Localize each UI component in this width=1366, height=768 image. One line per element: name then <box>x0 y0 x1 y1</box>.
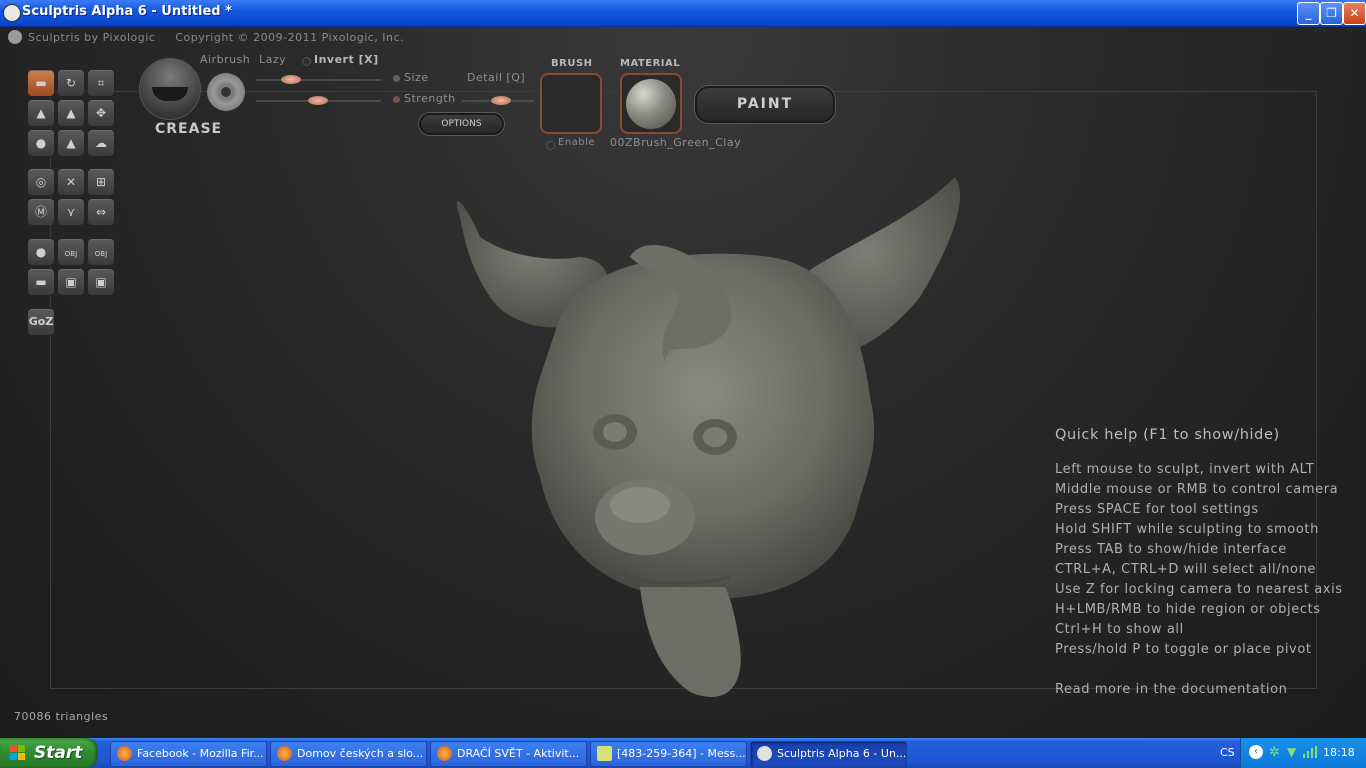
wire-toggle-icon[interactable]: ⋎ <box>57 198 85 226</box>
quick-help-panel: Quick help (F1 to show/hide) Left mouse … <box>1055 427 1343 702</box>
symmetry-icon[interactable]: ⇔ <box>87 198 115 226</box>
brush-name-label: CREASE <box>155 121 223 137</box>
quick-help-line: H+LMB/RMB to hide region or objects <box>1055 602 1321 617</box>
app-header: Sculptris by Pixologic Copyright © 2009-2… <box>8 30 404 44</box>
size-slider-knob[interactable] <box>281 75 301 84</box>
pixologic-logo-icon <box>8 30 22 44</box>
triangle-count: 70086 triangles <box>14 710 109 723</box>
draw-tool-icon[interactable]: ▲ <box>27 99 55 127</box>
firefox-icon <box>277 746 292 761</box>
windows-taskbar: Start Facebook - Mozilla Fir... Domov če… <box>0 738 1366 768</box>
quick-help-line: Press/hold P to toggle or place pivot <box>1055 642 1312 657</box>
material-section-label: MATERIAL <box>620 58 681 69</box>
messenger-icon <box>597 746 612 761</box>
invert-checkbox[interactable] <box>302 57 311 66</box>
sculpted-dog-head-model[interactable] <box>440 147 980 727</box>
copyright-text: Copyright © 2009-2011 Pixologic, Inc. <box>175 31 405 44</box>
paint-button[interactable]: PAINT <box>695 86 835 123</box>
windows-flag-icon <box>10 745 25 760</box>
quick-help-line: Ctrl+H to show all <box>1055 622 1184 637</box>
taskbar-item-domov[interactable]: Domov českých a slo... <box>270 741 427 767</box>
lazy-label: Lazy <box>259 53 287 66</box>
import-obj-icon[interactable]: OBJ <box>57 238 85 266</box>
sculptris-app-icon[interactable] <box>3 4 21 22</box>
open-file-icon[interactable]: ▣ <box>57 268 85 296</box>
save-file-icon[interactable]: ▣ <box>87 268 115 296</box>
quick-help-line: Left mouse to sculpt, invert with ALT <box>1055 462 1315 477</box>
rotate-tool-icon[interactable]: ↻ <box>57 69 85 97</box>
new-sphere-icon[interactable]: ● <box>27 238 55 266</box>
flatten-tool-icon[interactable]: ▲ <box>57 99 85 127</box>
quick-help-line: Press SPACE for tool settings <box>1055 502 1259 517</box>
taskbar-item-sculptris[interactable]: Sculptris Alpha 6 - Un... <box>750 741 907 767</box>
crease-tool-icon[interactable]: ▬ <box>27 69 55 97</box>
crease-brush-icon[interactable] <box>139 58 201 120</box>
options-button[interactable]: OPTIONS <box>419 113 504 135</box>
window-title-bar[interactable]: Sculptris Alpha 6 - Untitled * _ ❐ ✕ <box>0 0 1366 27</box>
quick-help-line: Use Z for locking camera to nearest axis <box>1055 582 1343 597</box>
reduce-selected-icon[interactable]: ✕ <box>57 168 85 196</box>
restore-button[interactable]: ❐ <box>1320 2 1343 25</box>
brand-text: Sculptris by Pixologic <box>28 31 156 44</box>
quick-help-line: CTRL+A, CTRL+D will select all/none <box>1055 562 1317 577</box>
smooth-tool-icon[interactable]: ☁ <box>87 129 115 157</box>
scale-tool-icon[interactable]: ⌗ <box>87 69 115 97</box>
mask-tool-icon[interactable]: Ⓜ <box>27 198 55 226</box>
reduce-brush-icon[interactable]: ◎ <box>27 168 55 196</box>
start-button[interactable]: Start <box>0 738 98 768</box>
detail-label: Detail [Q] <box>467 71 526 84</box>
strength-label: Strength <box>404 92 456 105</box>
network-icon[interactable]: ✲ <box>1269 745 1280 760</box>
subdivide-icon[interactable]: ⊞ <box>87 168 115 196</box>
pinch-tool-icon[interactable]: ▲ <box>57 129 85 157</box>
taskbar-item-draci-svet[interactable]: DRAČÍ SVĚT - Aktivit... <box>430 741 587 767</box>
brush-texture-slot[interactable] <box>540 73 602 134</box>
documentation-link[interactable]: Read more in the documentation <box>1055 682 1343 702</box>
start-label: Start <box>34 743 83 763</box>
material-preview-icon <box>626 79 676 129</box>
quick-help-line: Hold SHIFT while sculpting to smooth <box>1055 522 1319 537</box>
taskbar-item-facebook[interactable]: Facebook - Mozilla Fir... <box>110 741 267 767</box>
taskbar-item-messenger[interactable]: [483-259-364] - Mess... <box>590 741 747 767</box>
grab-tool-icon[interactable]: ✥ <box>87 99 115 127</box>
firefox-icon <box>437 746 452 761</box>
strength-slider-knob[interactable] <box>308 96 328 105</box>
goz-button[interactable]: GoZ <box>27 308 55 336</box>
signal-strength-icon[interactable] <box>1303 746 1317 758</box>
brush-section-label: BRUSH <box>551 58 593 69</box>
size-pressure-toggle[interactable] <box>393 75 400 82</box>
language-indicator[interactable]: CS <box>1220 746 1235 759</box>
material-slot[interactable] <box>620 73 682 134</box>
sculptris-workspace[interactable]: Sculptris by Pixologic Copyright © 2009-2… <box>0 27 1366 738</box>
export-obj-icon[interactable]: OBJ <box>87 238 115 266</box>
inflate-tool-icon[interactable]: ● <box>27 129 55 157</box>
taskbar-clock[interactable]: 18:18 <box>1323 746 1355 759</box>
firefox-icon <box>117 746 132 761</box>
antivirus-icon[interactable]: ▼ <box>1287 745 1296 759</box>
window-title: Sculptris Alpha 6 - Untitled * <box>22 4 232 19</box>
invert-label: Invert [X] <box>314 53 379 66</box>
size-slider-track[interactable] <box>256 79 381 81</box>
sculptris-icon <box>757 746 772 761</box>
tray-expand-icon[interactable]: ‹ <box>1249 745 1263 759</box>
airbrush-label: Airbrush <box>200 53 251 66</box>
quick-help-line: Press TAB to show/hide interface <box>1055 542 1287 557</box>
new-plane-icon[interactable]: ▬ <box>27 268 55 296</box>
close-button[interactable]: ✕ <box>1343 2 1366 25</box>
quick-help-heading: Quick help (F1 to show/hide) <box>1055 427 1280 443</box>
airbrush-toggle-icon[interactable] <box>207 73 245 111</box>
size-label: Size <box>404 71 429 84</box>
detail-slider-knob[interactable] <box>491 96 511 105</box>
minimize-button[interactable]: _ <box>1297 2 1320 25</box>
quick-help-line: Middle mouse or RMB to control camera <box>1055 482 1339 497</box>
strength-pressure-toggle[interactable] <box>393 96 400 103</box>
